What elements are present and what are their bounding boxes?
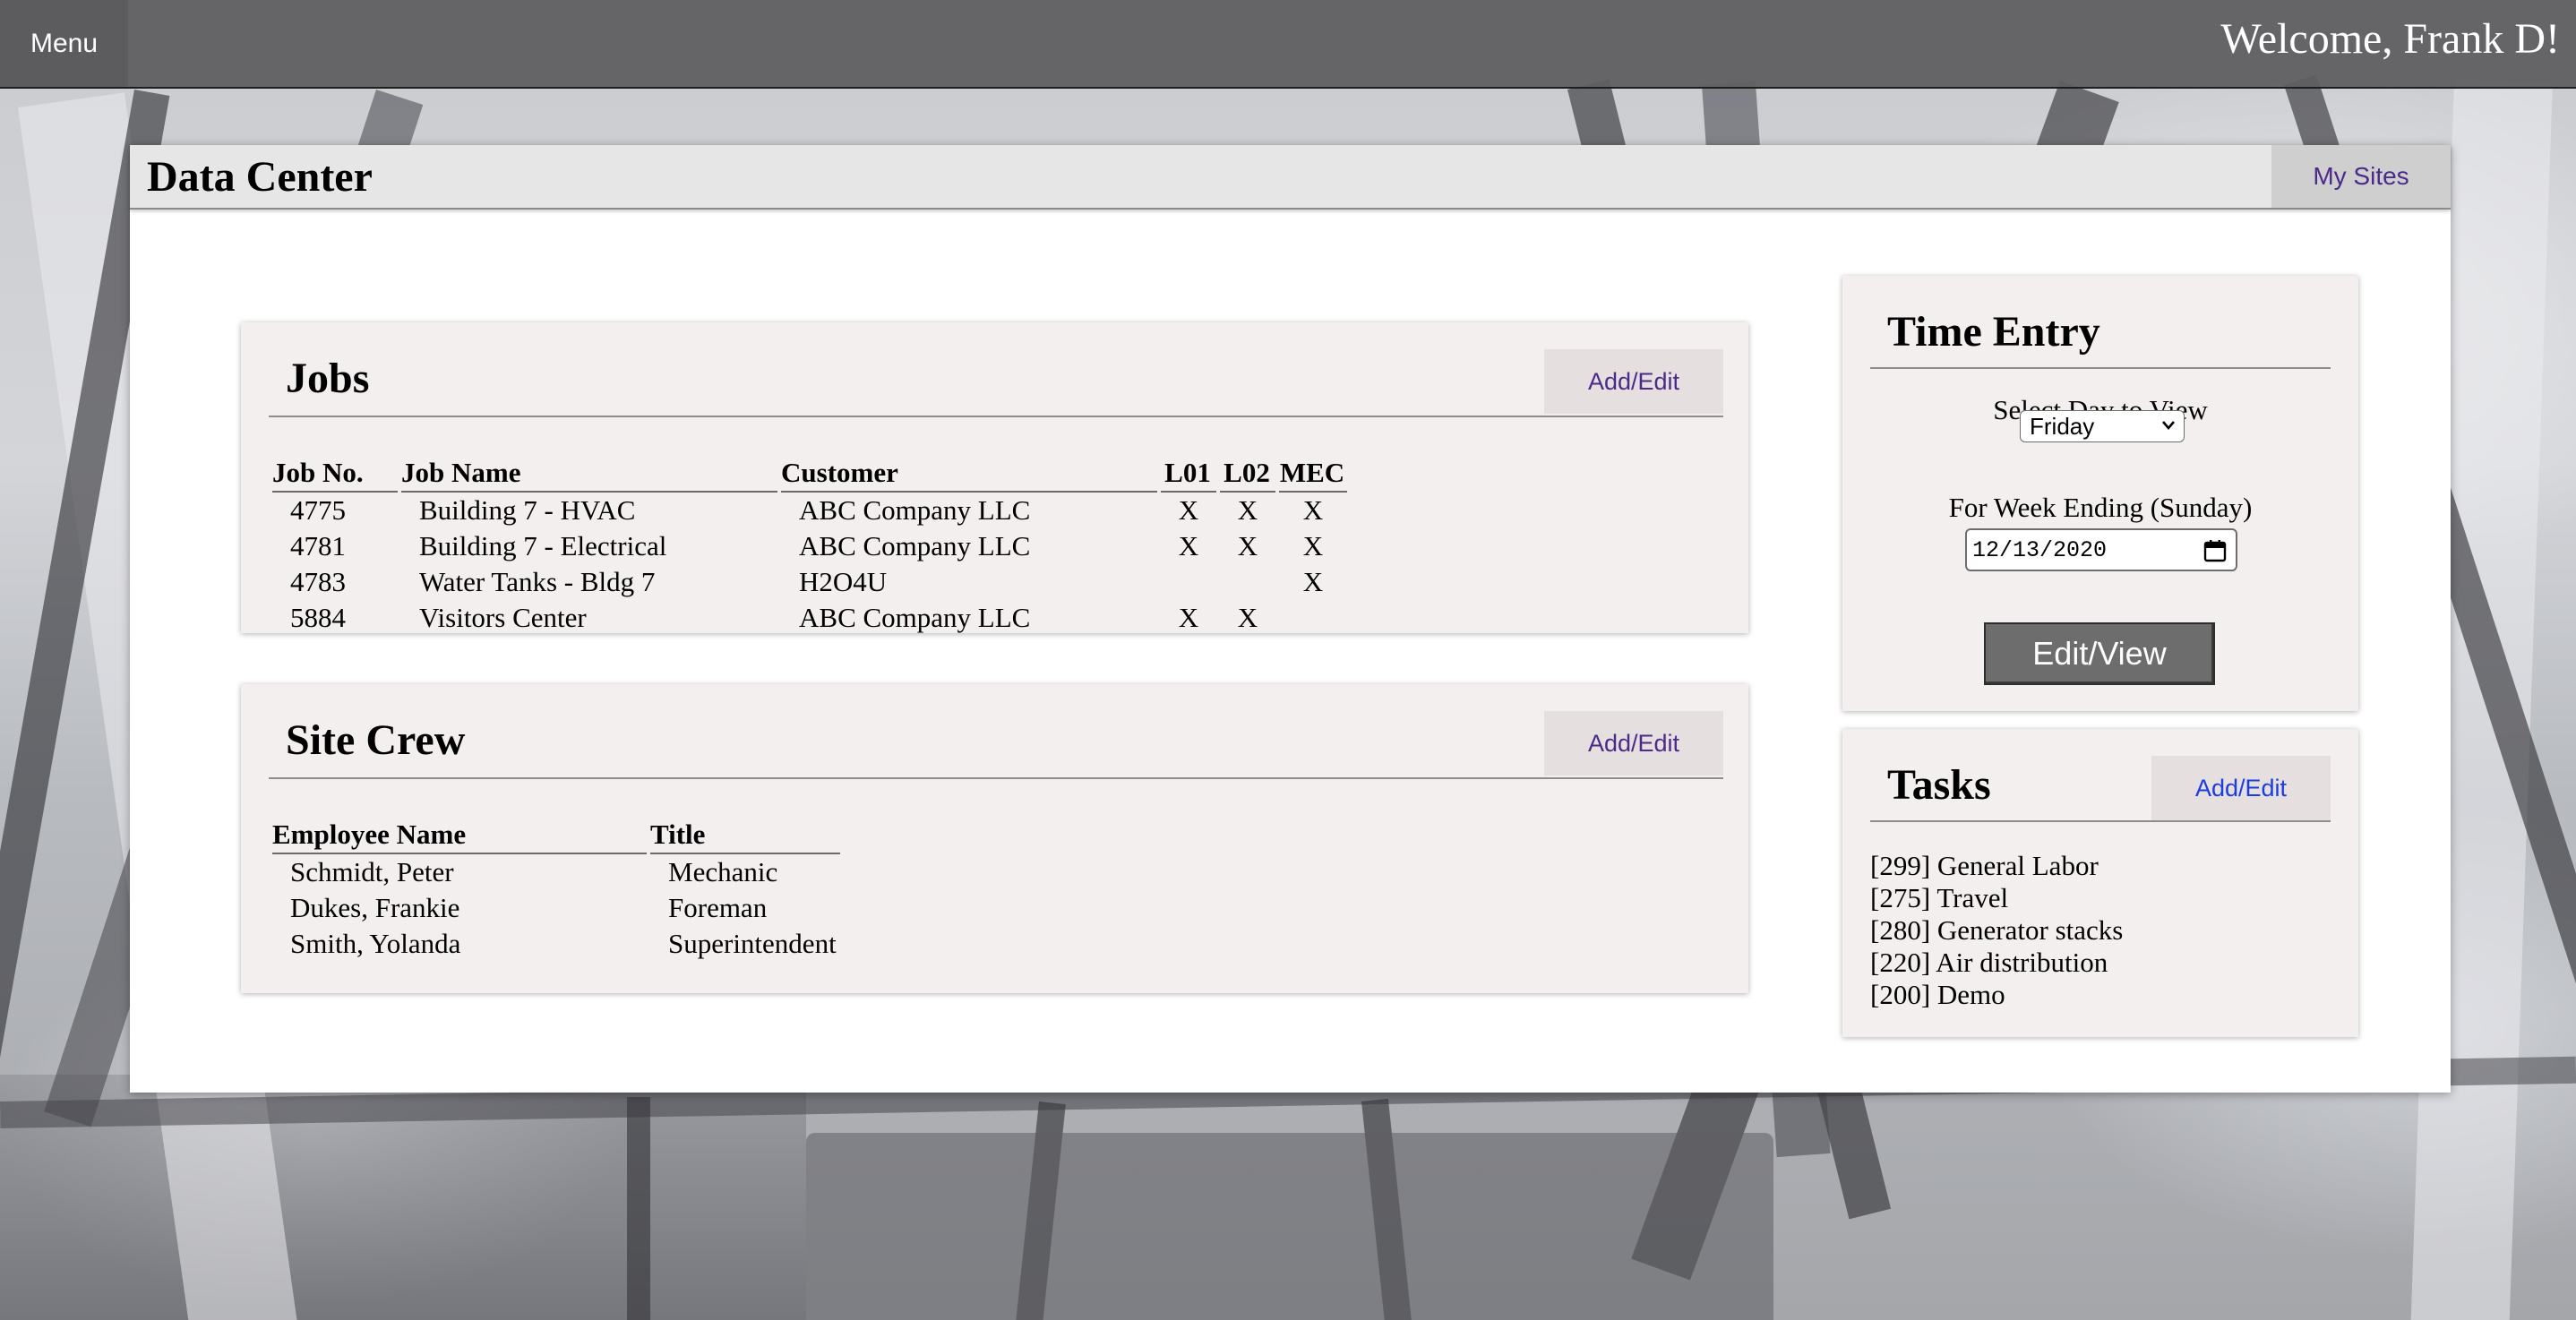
tasks-divider [1870,820,2331,822]
jobs-table: Job No. Job Name Customer L01 L02 MEC 47… [269,451,1351,636]
col-title: Title [650,813,840,854]
task-list: [299] General Labor [275] Travel [280] Gen… [1870,850,2123,1011]
site-crew-title: Site Crew [286,716,466,764]
week-ending-label: For Week Ending (Sunday) [1948,492,2253,523]
my-sites-button[interactable]: My Sites [2271,145,2451,208]
cell-title: Foreman [668,892,768,923]
cell-customer: ABC Company LLC [799,494,1031,526]
col-l02: L02 [1220,451,1275,493]
cell-l02 [1220,564,1275,600]
cell-title: Superintendent [668,928,837,959]
cell-job-no: 4775 [290,494,346,526]
col-job-name: Job Name [401,451,777,493]
table-row: 4781 Building 7 - Electrical ABC Company L… [272,528,1347,564]
cell-title: Mechanic [668,856,778,887]
site-crew-divider [269,777,1723,779]
cell-l01: X [1178,602,1199,633]
site-crew-table: Employee Name Title Schmidt, Peter Mechan… [269,813,844,962]
cell-l01: X [1178,530,1199,561]
cell-job-name: Visitors Center [419,602,587,633]
welcome-text: Welcome, Frank D! [2220,15,2560,63]
cell-job-name: Water Tanks - Bldg 7 [419,566,656,597]
time-entry-title: Time Entry [1887,308,2100,356]
col-l01: L01 [1161,451,1216,493]
cell-customer: H2O4U [799,566,888,597]
list-item: [275] Travel [1870,882,2009,913]
cell-l02: X [1237,494,1258,526]
top-bar: Menu Welcome, Frank D! [0,0,2576,89]
list-item: [200] Demo [1870,979,2005,1010]
page-title: Data Center [147,153,373,201]
site-crew-card: Site Crew Add/Edit Employee Name Title S… [241,684,1748,993]
week-ending-date-input[interactable]: 12/13/2020 [1965,528,2237,571]
cell-customer: ABC Company LLC [799,602,1031,633]
tasks-card: Tasks Add/Edit [299] General Labor [275] … [1842,729,2358,1037]
table-row: 4775 Building 7 - HVAC ABC Company LLC X X X [272,493,1347,528]
edit-view-button[interactable]: Edit/View [1984,622,2215,685]
col-customer: Customer [781,451,1157,493]
cell-mec [1279,600,1347,636]
cell-employee-name: Schmidt, Peter [290,856,454,887]
cell-mec: X [1302,494,1324,526]
site-crew-add-edit-button[interactable]: Add/Edit [1544,711,1723,776]
col-job-no: Job No. [272,451,398,493]
menu-button[interactable]: Menu [0,0,128,87]
cell-mec: X [1302,530,1324,561]
jobs-title: Jobs [286,355,370,402]
cell-job-name: Building 7 - Electrical [419,530,667,561]
cell-job-no: 5884 [290,602,346,633]
tasks-title: Tasks [1887,761,1991,809]
cell-job-name: Building 7 - HVAC [419,494,636,526]
main-panel: Data Center My Sites Jobs Add/Edit Job N… [130,145,2451,1093]
day-select-value: Friday [2030,412,2095,440]
main-header: Data Center My Sites [130,145,2451,210]
cell-job-no: 4783 [290,566,346,597]
table-row: 4783 Water Tanks - Bldg 7 H2O4U X [272,564,1347,600]
cell-l01: X [1178,494,1199,526]
cell-l02: X [1237,602,1258,633]
cell-mec: X [1302,566,1324,597]
jobs-add-edit-button[interactable]: Add/Edit [1544,349,1723,414]
cell-job-no: 4781 [290,530,346,561]
cell-customer: ABC Company LLC [799,530,1031,561]
list-item: [220] Air distribution [1870,947,2108,978]
cell-l02: X [1237,530,1258,561]
week-ending-date-value: 12/13/2020 [1972,536,2108,563]
col-employee-name: Employee Name [272,813,647,854]
time-entry-divider [1870,367,2331,369]
table-row: Smith, Yolanda Superintendent [272,926,840,962]
tasks-add-edit-button[interactable]: Add/Edit [2151,756,2331,820]
jobs-card: Jobs Add/Edit Job No. Job Name Customer … [241,322,1748,633]
col-mec: MEC [1279,451,1347,493]
calendar-icon[interactable] [2203,539,2227,562]
table-row: Schmidt, Peter Mechanic [272,854,840,890]
chevron-down-icon [2162,421,2175,430]
day-select[interactable]: Friday [2020,410,2185,442]
jobs-divider [269,416,1723,417]
cell-employee-name: Smith, Yolanda [290,928,461,959]
cell-l01 [1161,564,1216,600]
table-row: 5884 Visitors Center ABC Company LLC X X [272,600,1347,636]
list-item: [280] Generator stacks [1870,914,2124,946]
cell-employee-name: Dukes, Frankie [290,892,460,923]
list-item: [299] General Labor [1870,850,2099,881]
time-entry-card: Time Entry Select Day to View Friday For… [1842,276,2358,711]
table-row: Dukes, Frankie Foreman [272,890,840,926]
